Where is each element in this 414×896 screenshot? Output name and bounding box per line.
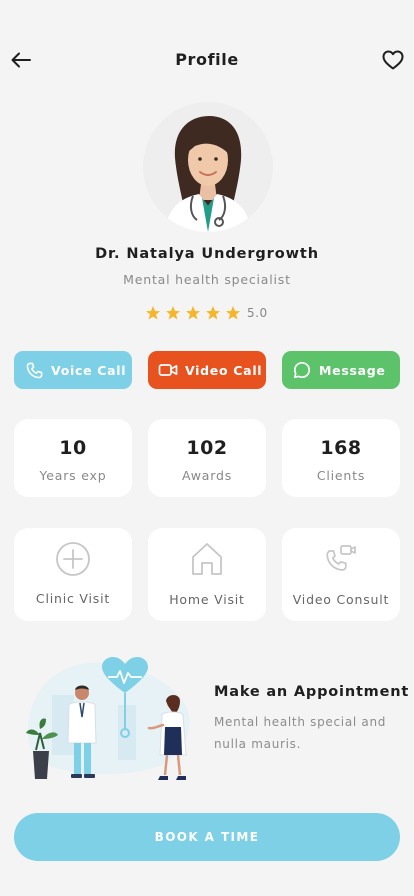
stat-label: Awards: [181, 468, 233, 483]
star-icon: [166, 306, 180, 320]
doctor-portrait-image: [143, 102, 273, 232]
video-call-icon: [326, 545, 356, 571]
appointment-illustration: [26, 657, 190, 780]
book-a-time-button[interactable]: BOOK A TIME: [14, 813, 400, 861]
voice-call-label: Voice Call: [51, 362, 127, 378]
service-label: Clinic Visit: [35, 591, 111, 606]
appointment-description: Mental health special and nulla mauris.: [214, 715, 387, 751]
top-bar: Profile: [0, 38, 414, 82]
doctor-specialty: Mental health specialist: [123, 272, 291, 287]
stat-value: 10: [59, 437, 87, 459]
stat-value: 168: [320, 437, 362, 459]
stat-card-awards: 102 Awards: [148, 419, 266, 497]
rating: 5.0: [145, 304, 268, 322]
service-label: Video Consult: [292, 592, 390, 607]
doctor-avatar: [143, 102, 273, 232]
heart-icon: [382, 50, 404, 70]
stat-label: Years exp: [39, 468, 107, 483]
stat-card-experience: 10 Years exp: [14, 419, 132, 497]
service-label: Home Visit: [169, 592, 245, 607]
rating-value: 5.0: [247, 306, 268, 320]
service-video-consult[interactable]: Video Consult: [282, 528, 400, 621]
star-icon: [186, 306, 200, 320]
star-icon: [206, 306, 220, 320]
stat-value: 102: [186, 437, 228, 459]
video-call-label: Video Call: [185, 362, 263, 378]
message-label: Message: [319, 362, 386, 378]
appointment-title: Make an Appointment: [214, 684, 410, 700]
video-camera-icon: [158, 360, 178, 380]
phone-icon: [24, 360, 44, 380]
stat-label: Clients: [316, 468, 366, 483]
star-icon: [226, 306, 240, 320]
voice-call-button[interactable]: Voice Call: [14, 351, 132, 389]
page-title: Profile: [175, 50, 239, 69]
star-icon: [146, 306, 160, 320]
service-home-visit[interactable]: Home Visit: [148, 528, 266, 621]
message-button[interactable]: Message: [282, 351, 400, 389]
chat-bubble-icon: [292, 360, 312, 380]
video-call-button[interactable]: Video Call: [148, 351, 266, 389]
service-clinic-visit[interactable]: Clinic Visit: [14, 528, 132, 621]
plus-circle-icon: [56, 542, 90, 576]
stat-card-clients: 168 Clients: [282, 419, 400, 497]
favorite-button[interactable]: [381, 48, 405, 72]
doctor-name: Dr. Natalya Undergrowth: [95, 246, 319, 262]
home-icon: [192, 543, 222, 575]
